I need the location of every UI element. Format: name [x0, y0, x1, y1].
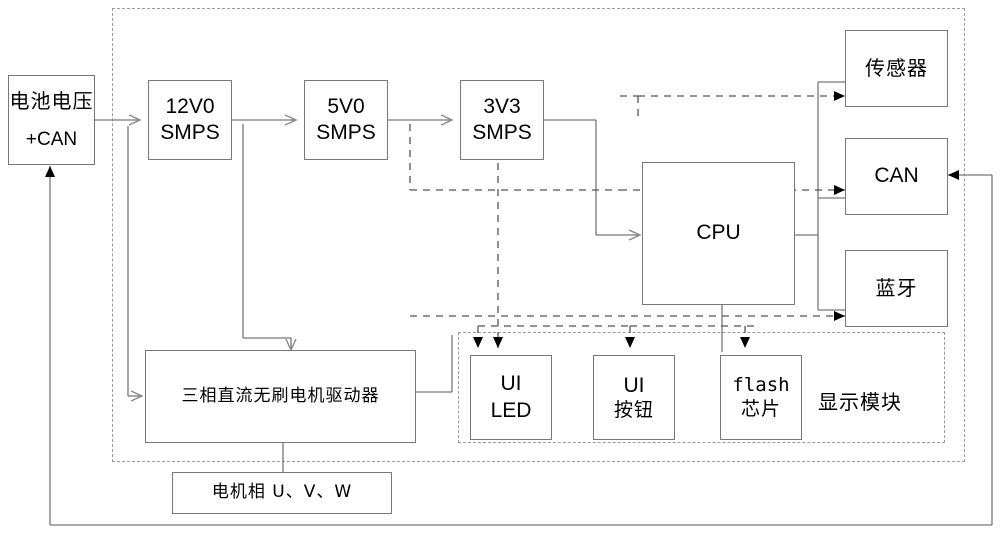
block-motor-phase[interactable]: 电机相 U、V、W [172, 472, 392, 514]
block-3v3-smps[interactable]: 3V3 SMPS [460, 80, 544, 160]
block-ui-button[interactable]: UI 按钮 [593, 355, 675, 440]
bluetooth-label: 蓝牙 [875, 276, 918, 300]
motor-driver-label: 三相直流无刷电机驱动器 [181, 385, 380, 406]
smps5-label-line2: SMPS [316, 121, 376, 144]
motor-phase-label: 电机相 U、V、W [211, 482, 353, 503]
ui-led-label-line2: LED [490, 398, 532, 422]
block-sensor[interactable]: 传感器 [845, 30, 948, 107]
block-flash-chip[interactable]: flash 芯片 [720, 355, 802, 440]
can-label: CAN [874, 164, 919, 188]
block-12v0-smps[interactable]: 12V0 SMPS [148, 80, 232, 160]
cpu-label: CPU [696, 221, 741, 245]
smps12-label-line1: 12V0 [165, 94, 215, 118]
smps12-label-line2: SMPS [160, 121, 220, 144]
battery-label-line1: 电池电压 [9, 88, 94, 113]
block-5v0-smps[interactable]: 5V0 SMPS [304, 80, 388, 160]
block-can[interactable]: CAN [845, 138, 948, 215]
block-battery-voltage[interactable]: 电池电压 +CAN [8, 75, 95, 165]
ui-button-label-line1: UI [623, 373, 645, 397]
flash-label-line2: 芯片 [740, 397, 781, 420]
block-cpu[interactable]: CPU [642, 162, 795, 305]
smps3v3-label-line1: 3V3 [483, 94, 521, 118]
block-diagram-canvas: 电池电压 +CAN 12V0 SMPS 5V0 SMPS 3V3 SMPS CP… [0, 0, 1000, 533]
sensor-label: 传感器 [865, 56, 928, 80]
smps5-label-line1: 5V0 [327, 94, 365, 118]
battery-label-line2: +CAN [25, 128, 78, 150]
block-ui-led[interactable]: UI LED [470, 355, 552, 440]
ui-led-label-line1: UI [500, 372, 522, 396]
block-bluetooth[interactable]: 蓝牙 [845, 250, 948, 327]
flash-label-line1: flash [732, 373, 790, 396]
ui-button-label-line2: 按钮 [613, 398, 654, 421]
smps3v3-label-line2: SMPS [472, 121, 532, 144]
block-motor-driver[interactable]: 三相直流无刷电机驱动器 [145, 350, 416, 443]
display-module-label: 显示模块 [818, 390, 902, 414]
